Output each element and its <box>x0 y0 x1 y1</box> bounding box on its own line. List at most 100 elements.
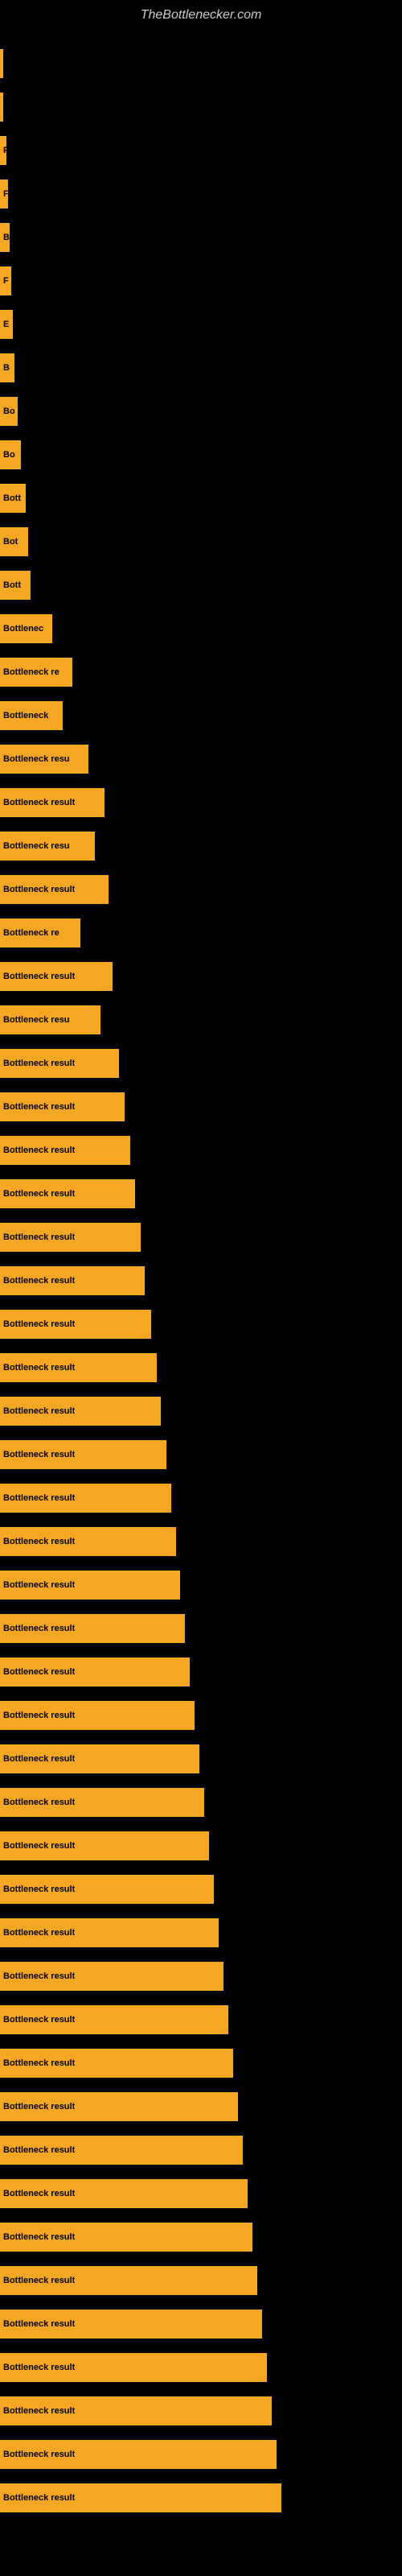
bar-row: Bottleneck result <box>0 1651 402 1693</box>
bar-label: Bottleneck result <box>3 1885 75 1894</box>
bar: Bottleneck result <box>0 1440 166 1469</box>
bar-label: Bottleneck result <box>3 1363 75 1373</box>
bar-label: Bottleneck result <box>3 2276 75 2285</box>
bar-label: Bottleneck result <box>3 1189 75 1199</box>
bar-label: Bottleneck result <box>3 2015 75 2025</box>
bar: Bo <box>0 440 21 469</box>
bar-label: Bottleneck result <box>3 1232 75 1242</box>
bar-label: Bottleneck resu <box>3 754 70 764</box>
bar-row: Bottleneck result <box>0 1477 402 1519</box>
bar: B <box>0 223 10 252</box>
bar-label: Bott <box>3 580 21 590</box>
bar-row <box>0 86 402 128</box>
bar-label: Bottleneck result <box>3 798 75 807</box>
bar-row: Bottleneck result <box>0 1521 402 1563</box>
bar-row: Bo <box>0 390 402 432</box>
bar-row: Bottleneck result <box>0 1216 402 1258</box>
bar: Bottleneck result <box>0 2310 262 2339</box>
bar-label: Bottleneck result <box>3 1928 75 1938</box>
bar-label: Bo <box>3 450 15 460</box>
bar-row: Bott <box>0 477 402 519</box>
bar: Bott <box>0 571 31 600</box>
bar-label: Bottleneck result <box>3 2232 75 2242</box>
bar-row: Bottleneck result <box>0 2434 402 2475</box>
bar: Bottleneck result <box>0 1962 224 1991</box>
bar: Bottleneck result <box>0 1701 195 1730</box>
bar: Bottleneck result <box>0 2223 252 2252</box>
bar-row: Bottleneck result <box>0 2347 402 2388</box>
bar-label: Bottleneck result <box>3 1059 75 1068</box>
bar: Bottleneck result <box>0 2353 267 2382</box>
bar-label: Bottleneck result <box>3 1711 75 1720</box>
bar-label: Bottleneck result <box>3 1537 75 1546</box>
bar-label: Bottleneck result <box>3 2450 75 2459</box>
bar: Bottleneck result <box>0 1571 180 1600</box>
bar-label: Bottleneck result <box>3 2363 75 2372</box>
bar-label: Bottleneck result <box>3 2102 75 2112</box>
bar-row: Bott <box>0 564 402 606</box>
bar-label: B <box>3 233 10 242</box>
bar: Bottleneck result <box>0 962 113 991</box>
bar-label: Bottleneck result <box>3 1580 75 1590</box>
bar-row: B <box>0 347 402 389</box>
bar-row: Bo <box>0 434 402 476</box>
bar: Bo <box>0 397 18 426</box>
bar-label: Bottleneck result <box>3 1102 75 1112</box>
bar: Bottleneck result <box>0 1049 119 1078</box>
bar-row: Bottleneck result <box>0 2303 402 2345</box>
bar-row: Bottleneck <box>0 695 402 737</box>
bar: Bottleneck result <box>0 1484 171 1513</box>
bar: Bottleneck result <box>0 1875 214 1904</box>
bar-row: Bottleneck result <box>0 1825 402 1867</box>
bar: Bottleneck result <box>0 2136 243 2165</box>
bar: Bottleneck result <box>0 2266 257 2295</box>
bar-row: Bottleneck result <box>0 1347 402 1389</box>
bar-row: Bottlenec <box>0 608 402 650</box>
bar-row: Bottleneck re <box>0 912 402 954</box>
bar: Bottleneck result <box>0 1353 157 1382</box>
bar: Bottleneck result <box>0 1266 145 1295</box>
bar: Bottleneck result <box>0 875 109 904</box>
bar-label: Bottleneck result <box>3 2406 75 2416</box>
bar: Bottleneck result <box>0 1788 204 1817</box>
bar-label: Bottleneck result <box>3 1146 75 1155</box>
bar-row: Bottleneck result <box>0 2129 402 2171</box>
bar-label: Bottleneck result <box>3 1754 75 1764</box>
bar: Bottleneck result <box>0 1223 141 1252</box>
bar-row <box>0 43 402 85</box>
bar: Bottleneck result <box>0 1136 130 1165</box>
bar-label: F <box>3 189 8 199</box>
bar-label: Bottleneck result <box>3 1276 75 1286</box>
bar-label: Bottleneck result <box>3 1319 75 1329</box>
bar-row: Bottleneck resu <box>0 825 402 867</box>
bar-label: Bottleneck result <box>3 2189 75 2198</box>
bar-label: Bottleneck result <box>3 1798 75 1807</box>
bar-row: Bottleneck result <box>0 1781 402 1823</box>
bar: Bottleneck result <box>0 2005 228 2034</box>
bar-label: Bottleneck result <box>3 1493 75 1503</box>
bar-row: Bottleneck result <box>0 2390 402 2432</box>
bar-label: Bottleneck result <box>3 1841 75 1851</box>
bar-label: Bo <box>3 407 15 416</box>
bar: Bottleneck re <box>0 919 80 947</box>
bar-row: Bottleneck result <box>0 1999 402 2041</box>
bar-label: B <box>3 363 10 373</box>
bar-row: Bottleneck result <box>0 956 402 997</box>
bar-label: Bottleneck result <box>3 885 75 894</box>
bar: Bottleneck result <box>0 1310 151 1339</box>
bar-row: Bottleneck result <box>0 2260 402 2301</box>
bar-label: Bottleneck result <box>3 1406 75 1416</box>
bar: Bottleneck result <box>0 1744 199 1773</box>
bar: Bott <box>0 484 26 513</box>
bar-row: Bottleneck result <box>0 1738 402 1780</box>
bar-row: Bottleneck result <box>0 1695 402 1736</box>
bar: Bottleneck result <box>0 2179 248 2208</box>
bar-label: Bottleneck result <box>3 1971 75 1981</box>
bar: Bottleneck result <box>0 1657 190 1686</box>
bar: Bottleneck result <box>0 1918 219 1947</box>
bar: Bottleneck result <box>0 1831 209 1860</box>
bar-row: Bottleneck result <box>0 1434 402 1476</box>
bar: Bottleneck result <box>0 1397 161 1426</box>
bar-row: Bottleneck result <box>0 1912 402 1954</box>
bar-row: F <box>0 173 402 215</box>
